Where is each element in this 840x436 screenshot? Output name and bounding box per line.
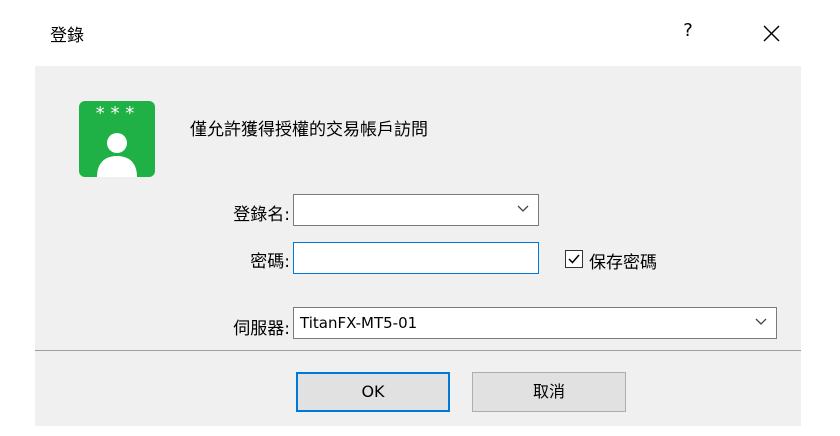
server-value: TitanFX-MT5-01 — [300, 314, 418, 332]
save-password-label: 保存密碼 — [589, 253, 657, 273]
login-combobox[interactable] — [293, 194, 539, 226]
separator — [35, 350, 801, 351]
ok-button[interactable]: OK — [296, 372, 450, 412]
dialog-content: *** 僅允許獲得授權的交易帳戶訪問 登錄名: 密碼: 保存密碼 伺服器: Ti… — [35, 66, 801, 426]
chevron-down-icon[interactable] — [517, 205, 529, 213]
server-combobox[interactable]: TitanFX-MT5-01 — [293, 307, 777, 339]
cancel-button[interactable]: 取消 — [472, 372, 626, 412]
server-label: 伺服器: — [233, 319, 290, 339]
checkmark-icon — [568, 254, 580, 264]
close-button[interactable] — [754, 16, 788, 50]
login-label: 登錄名: — [233, 205, 290, 225]
window-title: 登錄 — [50, 26, 84, 46]
user-avatar-icon: *** — [79, 101, 155, 177]
close-icon — [763, 25, 780, 42]
save-password-checkbox[interactable] — [565, 250, 583, 268]
user-silhouette-icon — [97, 133, 137, 177]
access-message: 僅允許獲得授權的交易帳戶訪問 — [190, 120, 428, 140]
password-label: 密碼: — [250, 252, 290, 272]
password-input[interactable] — [293, 242, 539, 274]
help-button[interactable]: ? — [676, 16, 700, 46]
chevron-down-icon[interactable] — [755, 318, 767, 326]
title-bar: 登錄 ? — [0, 0, 840, 66]
